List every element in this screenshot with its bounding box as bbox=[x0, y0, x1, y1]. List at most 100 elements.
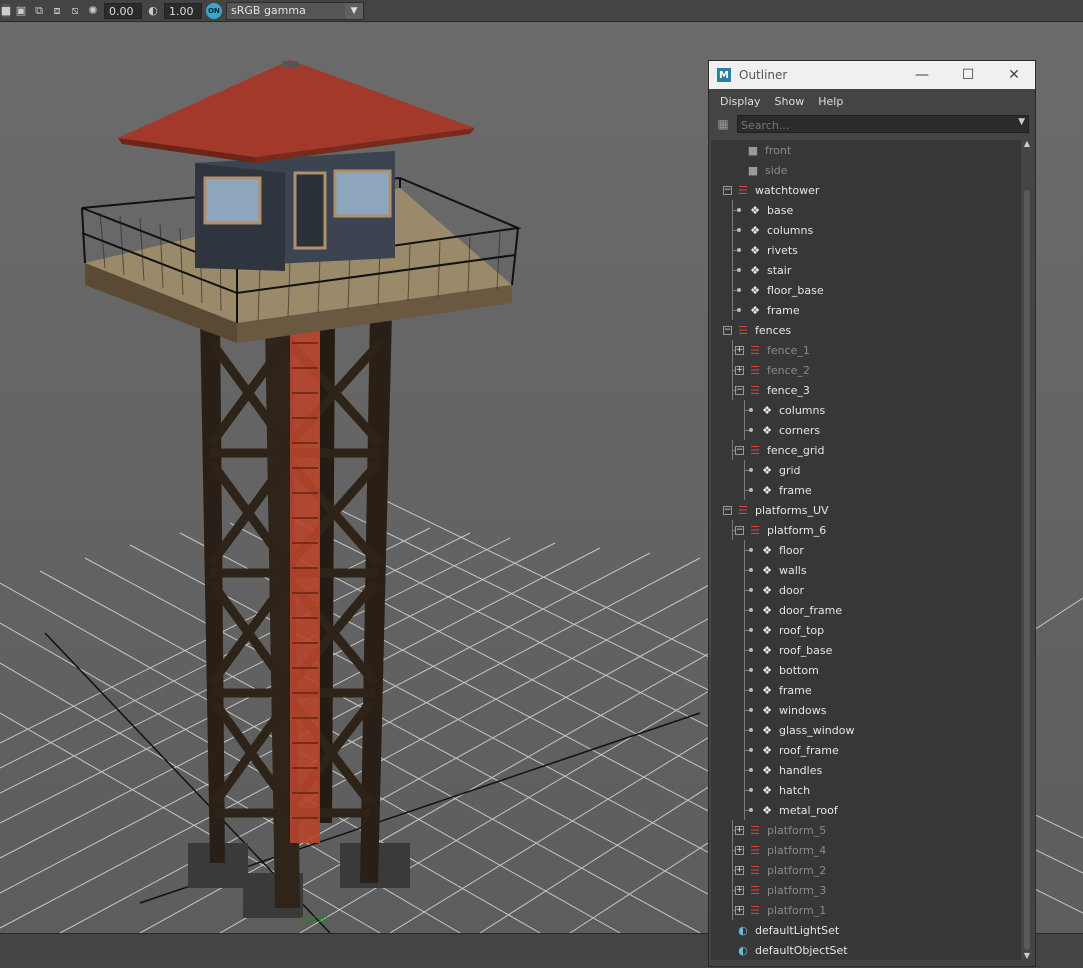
tree-item-platform-1[interactable]: + ☰ platform_1 bbox=[711, 900, 1021, 920]
frame-all-icon[interactable]: ⧉ bbox=[32, 4, 46, 18]
tree-item-glass-window[interactable]: ❖ glass_window bbox=[711, 720, 1021, 740]
tree-item-fence-1[interactable]: + ☰ fence_1 bbox=[711, 340, 1021, 360]
collapse-toggle-icon[interactable]: − bbox=[723, 506, 732, 515]
tree-item-columns[interactable]: ❖ columns bbox=[711, 220, 1021, 240]
tree-item-frame[interactable]: ❖ frame bbox=[711, 300, 1021, 320]
tree-item-base[interactable]: ❖ base bbox=[711, 200, 1021, 220]
scroll-up-icon[interactable]: ▲ bbox=[1023, 140, 1031, 148]
search-input[interactable] bbox=[738, 116, 1003, 134]
menu-display[interactable]: Display bbox=[713, 95, 768, 108]
tree-item-label: fence_2 bbox=[767, 363, 810, 377]
tree-item-platforms-uv[interactable]: − ☰ platforms_UV bbox=[711, 500, 1021, 520]
colorspace-dropdown[interactable]: sRGB gamma ▼ bbox=[226, 1, 364, 20]
tree-node-dot bbox=[749, 628, 753, 632]
camera-icon: ■ bbox=[747, 163, 759, 177]
layout-icon[interactable]: ■ bbox=[1, 3, 11, 18]
tree-item-bottom[interactable]: ❖ bottom bbox=[711, 660, 1021, 680]
tree-item-metal-roof[interactable]: ❖ metal_roof bbox=[711, 800, 1021, 820]
expand-toggle-icon[interactable]: + bbox=[735, 846, 744, 855]
tree-node-dot bbox=[749, 588, 753, 592]
tree-item-walls[interactable]: ❖ walls bbox=[711, 560, 1021, 580]
search-box[interactable]: ▼ bbox=[737, 115, 1029, 134]
gamma-field[interactable]: 1.00 bbox=[164, 2, 202, 19]
minimize-button[interactable]: — bbox=[899, 61, 945, 89]
gamma-icon[interactable]: ◐ bbox=[146, 4, 160, 18]
scrollbar-thumb[interactable] bbox=[1024, 190, 1030, 950]
exposure-field[interactable]: 0.00 bbox=[104, 2, 142, 19]
tree-item-fence-2[interactable]: + ☰ fence_2 bbox=[711, 360, 1021, 380]
tree-item-watchtower[interactable]: − ☰ watchtower bbox=[711, 180, 1021, 200]
collapse-toggle-icon[interactable]: − bbox=[735, 386, 744, 395]
tree-item-label: corners bbox=[779, 423, 821, 437]
chevron-down-icon[interactable]: ▼ bbox=[1018, 117, 1025, 127]
tree-item-side[interactable]: ■ side bbox=[711, 160, 1021, 180]
mesh-icon: ❖ bbox=[762, 763, 772, 777]
outliner-titlebar[interactable]: M Outliner — ☐ ✕ bbox=[709, 61, 1035, 89]
collapse-toggle-icon[interactable]: − bbox=[723, 186, 732, 195]
mesh-icon: ❖ bbox=[750, 203, 760, 217]
vertical-scrollbar[interactable]: ▲ ▼ bbox=[1023, 140, 1031, 960]
tree-item-fences[interactable]: − ☰ fences bbox=[711, 320, 1021, 340]
select-camera-icon[interactable]: ▣ bbox=[14, 4, 28, 18]
tree-item-fence-3[interactable]: − ☰ fence_3 bbox=[711, 380, 1021, 400]
outliner-tree[interactable]: ■ front ■ side − ☰ watchtower ❖ base ❖ columns ❖ riv… bbox=[711, 140, 1021, 960]
tree-item-defaultobjectset[interactable]: ◐ defaultObjectSet bbox=[711, 940, 1021, 960]
tree-item-platform-3[interactable]: + ☰ platform_3 bbox=[711, 880, 1021, 900]
expand-toggle-icon[interactable]: + bbox=[735, 886, 744, 895]
mesh-icon: ❖ bbox=[762, 663, 772, 677]
expand-toggle-icon[interactable]: + bbox=[735, 906, 744, 915]
tree-item-door-frame[interactable]: ❖ door_frame bbox=[711, 600, 1021, 620]
tree-item-stair[interactable]: ❖ stair bbox=[711, 260, 1021, 280]
menu-show[interactable]: Show bbox=[768, 95, 812, 108]
tree-item-roof-base[interactable]: ❖ roof_base bbox=[711, 640, 1021, 660]
mesh-icon: ❖ bbox=[762, 683, 772, 697]
maximize-button[interactable]: ☐ bbox=[945, 61, 991, 89]
tree-item-frame[interactable]: ❖ frame bbox=[711, 680, 1021, 700]
tree-item-platform-6[interactable]: − ☰ platform_6 bbox=[711, 520, 1021, 540]
tree-item-corners[interactable]: ❖ corners bbox=[711, 420, 1021, 440]
tree-item-label: walls bbox=[779, 563, 807, 577]
tree-item-roof-frame[interactable]: ❖ roof_frame bbox=[711, 740, 1021, 760]
tree-item-hatch[interactable]: ❖ hatch bbox=[711, 780, 1021, 800]
tree-item-floor[interactable]: ❖ floor bbox=[711, 540, 1021, 560]
tree-item-roof-top[interactable]: ❖ roof_top bbox=[711, 620, 1021, 640]
tree-item-label: rivets bbox=[767, 243, 798, 257]
tree-item-label: platform_2 bbox=[767, 863, 827, 877]
menu-help[interactable]: Help bbox=[811, 95, 850, 108]
expand-toggle-icon[interactable]: + bbox=[735, 866, 744, 875]
expand-toggle-icon[interactable]: + bbox=[735, 346, 744, 355]
tree-item-fence-grid[interactable]: − ☰ fence_grid bbox=[711, 440, 1021, 460]
color-management-toggle-icon[interactable]: ON bbox=[206, 2, 222, 19]
scroll-down-icon[interactable]: ▼ bbox=[1023, 952, 1031, 960]
tree-item-platform-5[interactable]: + ☰ platform_5 bbox=[711, 820, 1021, 840]
collapse-toggle-icon[interactable]: − bbox=[735, 446, 744, 455]
tree-item-columns[interactable]: ❖ columns bbox=[711, 400, 1021, 420]
tree-item-rivets[interactable]: ❖ rivets bbox=[711, 240, 1021, 260]
resolution-gate-icon[interactable]: ⧅ bbox=[68, 4, 82, 18]
tree-item-label: glass_window bbox=[779, 723, 855, 737]
collapse-toggle-icon[interactable]: − bbox=[723, 326, 732, 335]
exposure-icon[interactable]: ✺ bbox=[86, 4, 100, 18]
tree-item-windows[interactable]: ❖ windows bbox=[711, 700, 1021, 720]
frame-selected-icon[interactable]: ⧈ bbox=[50, 4, 64, 18]
tree-item-platform-4[interactable]: + ☰ platform_4 bbox=[711, 840, 1021, 860]
mesh-icon: ❖ bbox=[762, 403, 772, 417]
tree-item-door[interactable]: ❖ door bbox=[711, 580, 1021, 600]
mesh-icon: ❖ bbox=[750, 303, 760, 317]
tree-item-front[interactable]: ■ front bbox=[711, 140, 1021, 160]
group-icon: ☰ bbox=[738, 503, 748, 517]
tree-item-frame[interactable]: ❖ frame bbox=[711, 480, 1021, 500]
tree-node-dot bbox=[749, 708, 753, 712]
mesh-icon: ❖ bbox=[762, 583, 772, 597]
expand-toggle-icon[interactable]: + bbox=[735, 366, 744, 375]
tree-item-handles[interactable]: ❖ handles bbox=[711, 760, 1021, 780]
tree-item-platform-2[interactable]: + ☰ platform_2 bbox=[711, 860, 1021, 880]
tree-item-defaultlightset[interactable]: ◐ defaultLightSet bbox=[711, 920, 1021, 940]
collapse-toggle-icon[interactable]: − bbox=[735, 526, 744, 535]
filter-icon[interactable]: ▦ bbox=[715, 116, 731, 132]
close-button[interactable]: ✕ bbox=[991, 61, 1037, 89]
tree-item-floor-base[interactable]: ❖ floor_base bbox=[711, 280, 1021, 300]
mesh-icon: ❖ bbox=[762, 723, 772, 737]
expand-toggle-icon[interactable]: + bbox=[735, 826, 744, 835]
tree-item-grid[interactable]: ❖ grid bbox=[711, 460, 1021, 480]
